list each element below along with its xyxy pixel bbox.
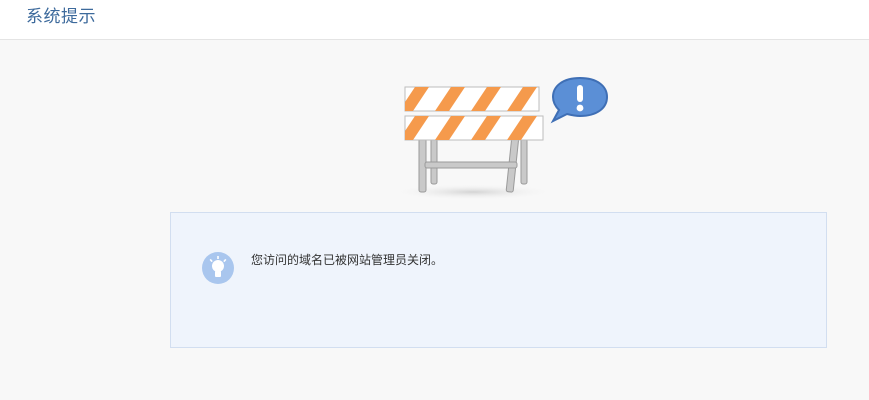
notice-box: 您访问的域名已被网站管理员关闭。 bbox=[170, 212, 827, 348]
page-title: 系统提示 bbox=[26, 7, 96, 27]
barrier-illustration bbox=[385, 74, 615, 206]
lightbulb-icon bbox=[202, 252, 234, 284]
top-header: 系统提示 bbox=[0, 0, 869, 40]
notice-message: 您访问的域名已被网站管理员关闭。 bbox=[251, 253, 444, 267]
exclamation-speech-bubble-icon bbox=[550, 76, 609, 124]
